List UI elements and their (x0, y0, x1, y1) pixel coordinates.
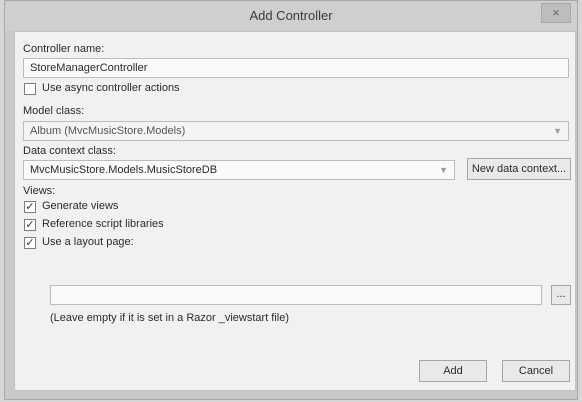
model-class-label: Model class: (23, 105, 85, 117)
dialog-title: Add Controller (249, 8, 333, 23)
async-actions-checkbox-row[interactable]: Use async controller actions (24, 82, 274, 98)
check-mark-icon: ✓ (25, 237, 35, 249)
generate-views-checkbox-row[interactable]: ✓ Generate views (24, 200, 224, 216)
controller-name-label: Controller name: (23, 43, 105, 55)
close-icon: × (552, 5, 560, 20)
dialog-body: Controller name: StoreManagerController … (14, 31, 576, 391)
title-bar: Add Controller × (5, 1, 577, 31)
async-actions-label: Use async controller actions (42, 82, 180, 94)
new-data-context-button[interactable]: New data context... (467, 158, 571, 180)
use-layout-label: Use a layout page: (42, 236, 134, 248)
layout-hint: (Leave empty if it is set in a Razor _vi… (50, 312, 290, 324)
close-button[interactable]: × (541, 3, 571, 23)
cancel-button[interactable]: Cancel (502, 360, 570, 382)
controller-name-input[interactable]: StoreManagerController (23, 58, 569, 78)
check-mark-icon: ✓ (25, 219, 35, 231)
model-class-value: Album (MvcMusicStore.Models) (30, 125, 186, 137)
generate-views-label: Generate views (42, 200, 119, 212)
data-context-dropdown[interactable]: MvcMusicStore.Models.MusicStoreDB ▼ (23, 160, 455, 180)
layout-page-input[interactable] (50, 285, 542, 305)
views-label: Views: (23, 185, 56, 197)
use-layout-checkbox[interactable]: ✓ (24, 237, 36, 249)
chevron-down-icon: ▼ (553, 126, 562, 136)
model-class-dropdown[interactable]: Album (MvcMusicStore.Models) ▼ (23, 121, 569, 141)
use-layout-checkbox-row[interactable]: ✓ Use a layout page: (24, 236, 224, 252)
add-button[interactable]: Add (419, 360, 487, 382)
generate-views-checkbox[interactable]: ✓ (24, 201, 36, 213)
browse-layout-button[interactable]: ... (551, 285, 571, 305)
async-actions-checkbox[interactable] (24, 83, 36, 95)
data-context-value: MvcMusicStore.Models.MusicStoreDB (30, 164, 218, 176)
reference-scripts-checkbox-row[interactable]: ✓ Reference script libraries (24, 218, 224, 234)
check-mark-icon: ✓ (25, 201, 35, 213)
data-context-label: Data context class: (23, 145, 116, 157)
add-controller-dialog: Add Controller × Controller name: StoreM… (4, 0, 578, 400)
reference-scripts-label: Reference script libraries (42, 218, 164, 230)
chevron-down-icon: ▼ (439, 165, 448, 175)
reference-scripts-checkbox[interactable]: ✓ (24, 219, 36, 231)
